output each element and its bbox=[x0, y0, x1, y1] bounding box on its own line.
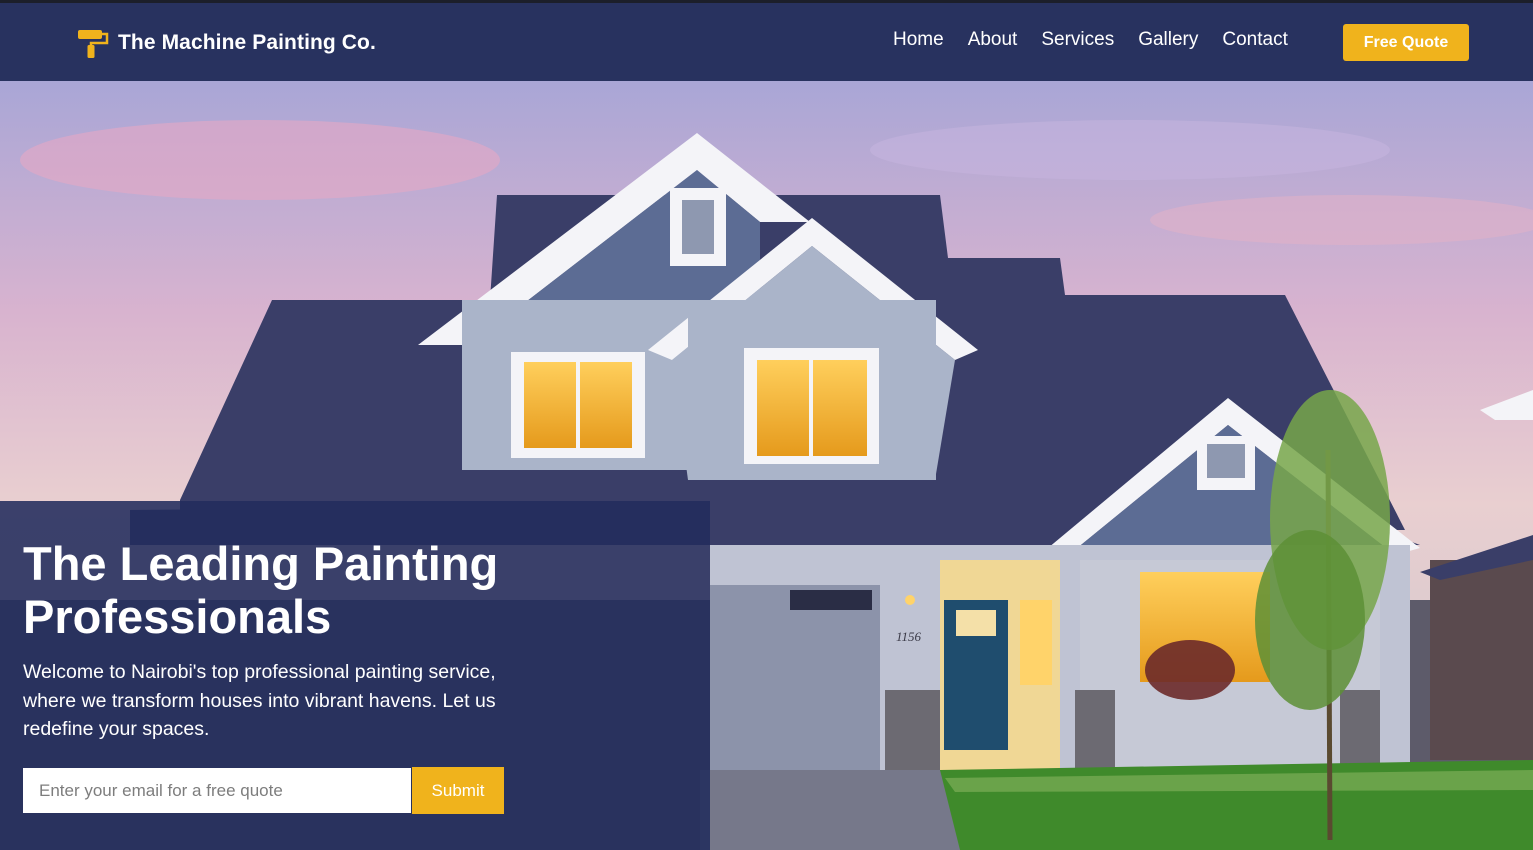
hero-headline: The Leading Painting Professionals bbox=[23, 537, 499, 643]
nav-contact[interactable]: Contact bbox=[1222, 29, 1287, 51]
house-number: 1156 bbox=[896, 629, 922, 644]
nav-gallery[interactable]: Gallery bbox=[1138, 29, 1198, 51]
nav-home[interactable]: Home bbox=[893, 29, 944, 51]
email-input[interactable] bbox=[23, 768, 411, 813]
submit-button[interactable]: Submit bbox=[412, 767, 504, 814]
nav-services[interactable]: Services bbox=[1041, 29, 1114, 51]
paint-roller-icon bbox=[76, 27, 110, 59]
brand-name: The Machine Painting Co. bbox=[118, 31, 376, 54]
nav-about[interactable]: About bbox=[968, 29, 1018, 51]
free-quote-button[interactable]: Free Quote bbox=[1343, 24, 1469, 61]
brand-logo[interactable]: The Machine Painting Co. bbox=[76, 27, 376, 59]
main-nav: Home About Services Gallery Contact bbox=[893, 29, 1312, 51]
hero-subtext: Welcome to Nairobi's top professional pa… bbox=[23, 661, 496, 740]
navbar: The Machine Painting Co. Home About Serv… bbox=[0, 3, 1533, 81]
